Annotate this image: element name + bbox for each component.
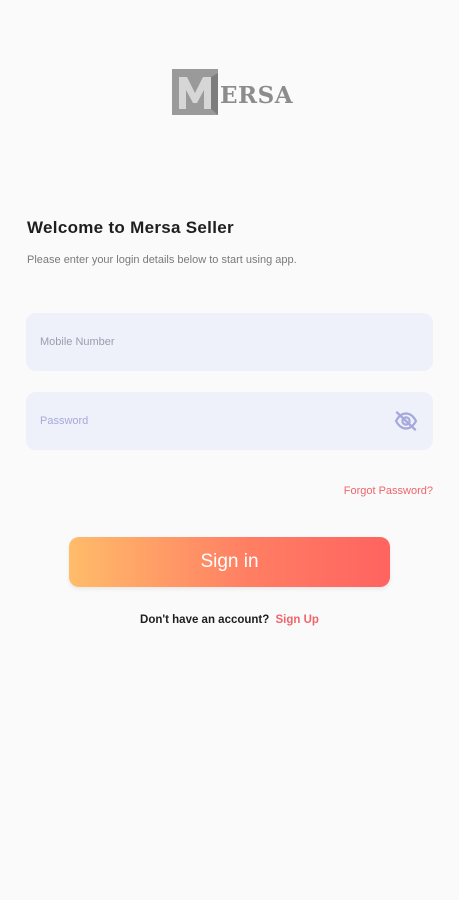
signup-prompt: Don't have an account? [140, 614, 270, 626]
sign-up-link[interactable]: Sign Up [276, 614, 319, 626]
welcome-title: Welcome to Mersa Seller [27, 218, 234, 237]
password-input[interactable] [40, 392, 380, 450]
brand-logo: ERSA [172, 68, 302, 116]
mersa-m-logo-icon [172, 69, 218, 115]
mobile-number-input[interactable] [40, 313, 380, 371]
sign-in-button[interactable]: Sign in [69, 537, 390, 587]
welcome-subtitle: Please enter your login details below to… [27, 254, 297, 266]
password-field[interactable] [26, 392, 433, 450]
eye-off-icon[interactable] [394, 411, 418, 431]
signup-row: Don't have an account? Sign Up [0, 614, 459, 626]
brand-name: ERSA [220, 81, 294, 109]
forgot-password-link[interactable]: Forgot Password? [344, 485, 433, 497]
mobile-number-field[interactable] [26, 313, 433, 371]
